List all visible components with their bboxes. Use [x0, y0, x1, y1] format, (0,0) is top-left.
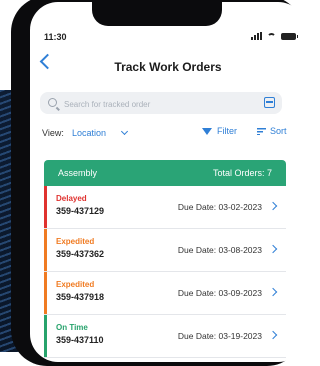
work-orders-table: Assembly Total Orders: 7 Delayed 359-437…: [44, 160, 286, 358]
table-row[interactable]: Expedited 359-437362 Due Date: 03-08-202…: [44, 229, 286, 272]
sort-button[interactable]: Sort: [257, 126, 287, 136]
table-row[interactable]: Expedited 359-437918 Due Date: 03-09-202…: [44, 272, 286, 315]
status-time: 11:30: [44, 32, 67, 42]
signal-icon: [251, 32, 262, 40]
phone-frame: 11:30 Track Work Orders View: Location F…: [11, 0, 306, 366]
status-bar-indicator: [44, 186, 47, 228]
view-select[interactable]: Location: [72, 128, 106, 138]
status-bar-indicator: [44, 229, 47, 271]
barcode-scan-icon[interactable]: [264, 97, 275, 108]
view-label: View:: [42, 128, 64, 138]
search-input[interactable]: [62, 95, 246, 113]
order-id: 359-437362: [56, 249, 105, 259]
battery-icon: [281, 32, 298, 40]
filter-label: Filter: [217, 126, 237, 136]
status-icons: [251, 32, 298, 40]
order-due-date: Due Date: 03-09-2023: [177, 288, 262, 298]
table-header: Assembly Total Orders: 7: [44, 160, 286, 186]
status-bar-indicator: [44, 272, 47, 314]
phone-screen: 11:30 Track Work Orders View: Location F…: [30, 2, 306, 362]
header-assembly: Assembly: [58, 168, 98, 178]
status-bar-indicator: [44, 315, 47, 357]
order-id: 359-437129: [56, 206, 105, 216]
filter-icon: [202, 128, 212, 136]
chevron-down-icon[interactable]: [120, 127, 129, 136]
order-id: 359-437918: [56, 292, 105, 302]
sort-label: Sort: [270, 126, 287, 136]
header-total-orders: Total Orders: 7: [212, 168, 272, 178]
order-due-date: Due Date: 03-08-2023: [177, 245, 262, 255]
order-due-date: Due Date: 03-19-2023: [177, 331, 262, 341]
status-bar: 11:30: [30, 32, 306, 46]
order-id: 359-437110: [56, 335, 104, 345]
sort-icon: [257, 128, 266, 136]
page-title: Track Work Orders: [114, 60, 222, 74]
nav-bar: Track Work Orders: [30, 52, 306, 78]
phone-notch: [92, 2, 222, 26]
filter-toolbar: View: Location Filter Sort: [30, 126, 306, 142]
order-due-date: Due Date: 03-02-2023: [177, 202, 262, 212]
table-row[interactable]: Delayed 359-437129 Due Date: 03-02-2023: [44, 186, 286, 229]
search-bar: [40, 92, 282, 114]
wifi-icon: [267, 32, 276, 40]
filter-button[interactable]: Filter: [202, 126, 237, 136]
search-icon: [48, 98, 57, 107]
